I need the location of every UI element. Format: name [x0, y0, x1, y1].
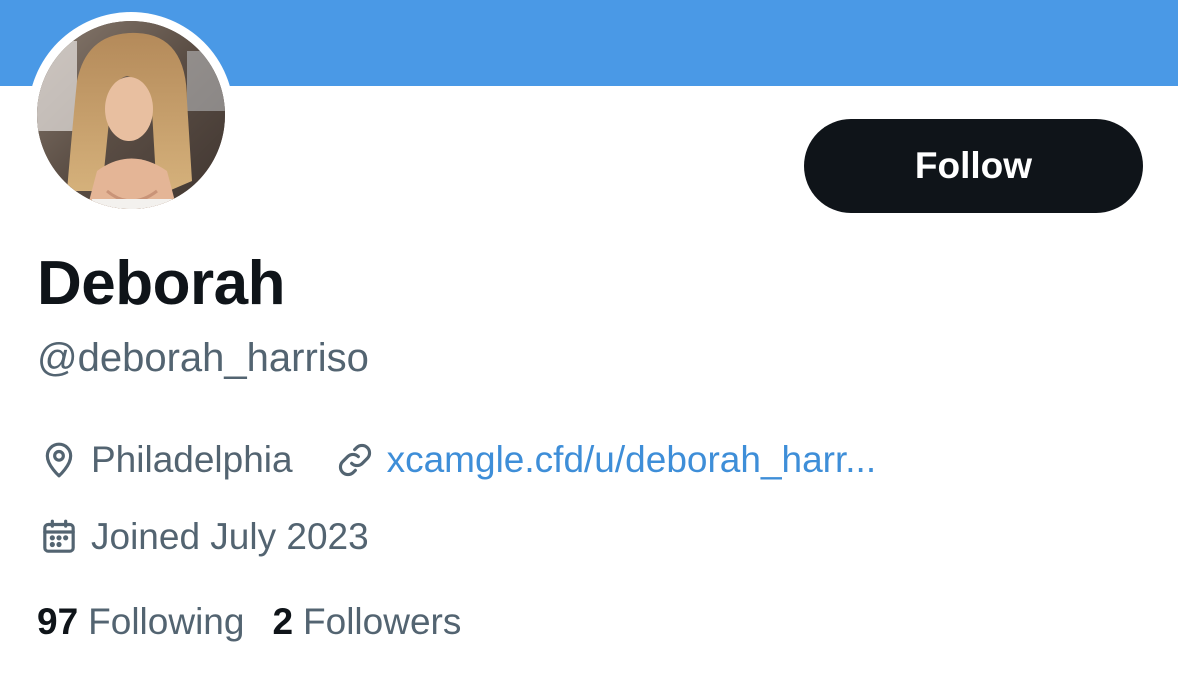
- following-label: Following: [88, 601, 245, 642]
- following-stat[interactable]: 97 Following: [37, 599, 244, 645]
- profile-website[interactable]: xcamgle.cfd/u/deborah_harr...: [333, 437, 877, 483]
- profile-meta-row: Philadelphia xcamgle.cfd/u/deborah_harr.…: [37, 437, 876, 483]
- profile-stats: 97 Following 2 Followers: [37, 599, 489, 645]
- profile-joined-row: Joined July 2023: [37, 514, 369, 560]
- profile-website-link[interactable]: xcamgle.cfd/u/deborah_harr...: [387, 437, 877, 483]
- avatar[interactable]: [37, 21, 225, 209]
- profile-handle: @deborah_harriso: [37, 336, 369, 380]
- followers-stat[interactable]: 2 Followers: [272, 599, 461, 645]
- link-icon: [333, 438, 377, 482]
- map-pin-icon: [37, 438, 81, 482]
- followers-count: 2: [272, 601, 294, 642]
- profile-display-name: Deborah: [37, 249, 285, 318]
- following-count: 97: [37, 601, 79, 642]
- follow-button[interactable]: Follow: [804, 119, 1143, 213]
- avatar-image: [37, 21, 225, 209]
- calendar-icon: [37, 515, 81, 559]
- profile-location: Philadelphia: [91, 439, 293, 480]
- followers-label: Followers: [303, 601, 462, 642]
- profile-joined-date: Joined July 2023: [91, 516, 369, 557]
